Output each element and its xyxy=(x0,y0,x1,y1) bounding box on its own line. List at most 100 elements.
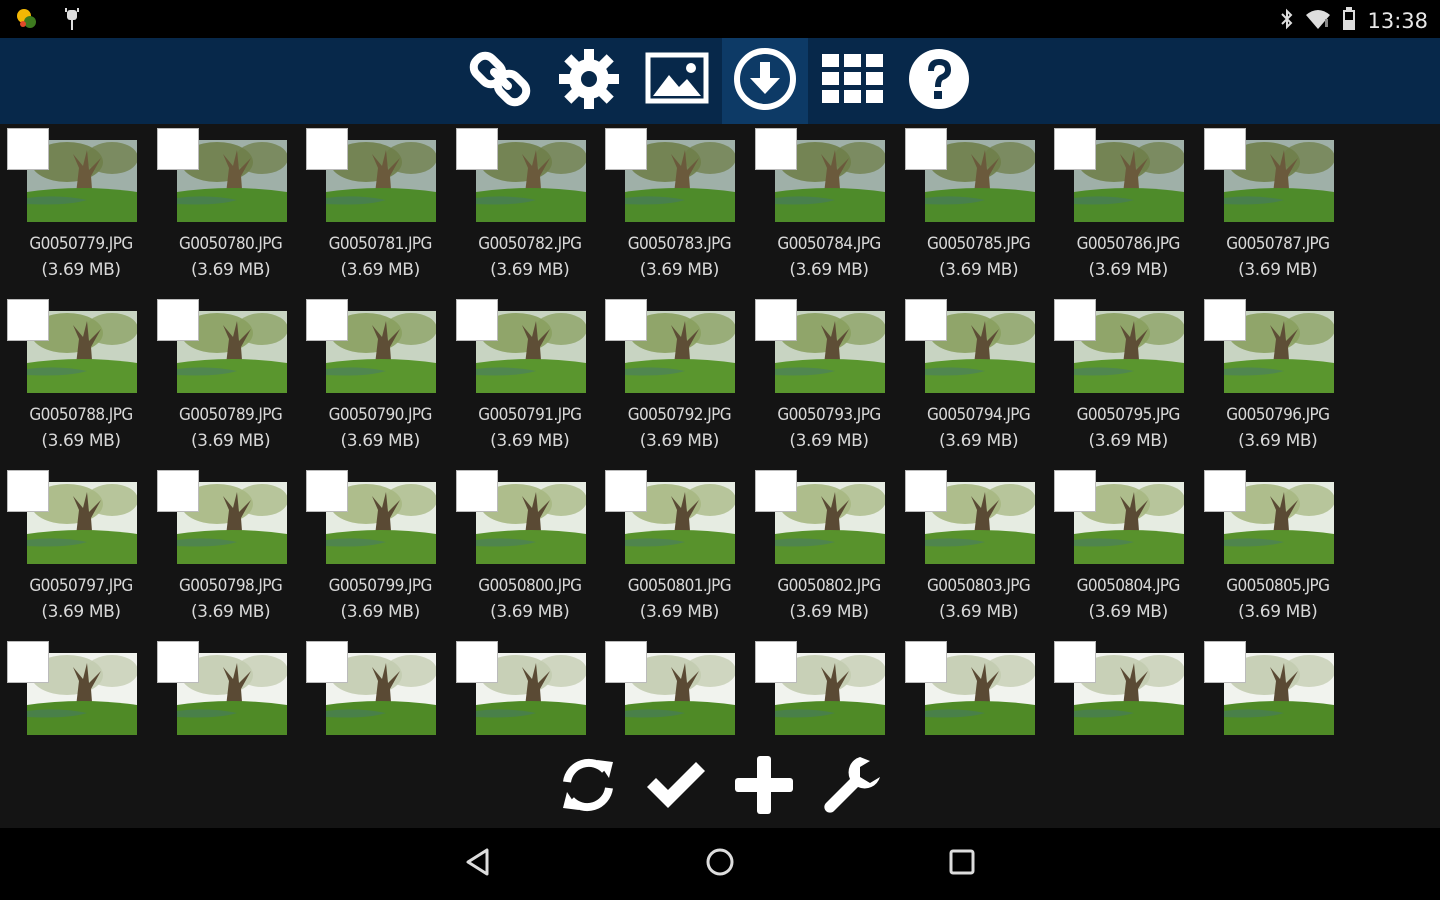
file-tile[interactable]: G0050799.JPG (3.69 MB) xyxy=(300,466,450,637)
refresh-button[interactable] xyxy=(548,750,628,824)
file-tile[interactable] xyxy=(450,637,600,744)
file-size: (3.69 MB) xyxy=(789,431,869,451)
select-checkbox[interactable] xyxy=(904,470,947,512)
download-button[interactable] xyxy=(722,38,808,124)
file-tile[interactable]: G0050792.JPG (3.69 MB) xyxy=(599,295,749,466)
file-tile[interactable] xyxy=(1,637,151,744)
file-grid[interactable]: G0050779.JPG (3.69 MB) G0050780.JPG (3.69 M… xyxy=(0,124,1440,744)
select-checkbox[interactable] xyxy=(1203,128,1246,170)
select-checkbox[interactable] xyxy=(156,641,199,683)
file-tile[interactable]: G0050803.JPG (3.69 MB) xyxy=(899,466,1049,637)
file-tile[interactable]: G0050783.JPG (3.69 MB) xyxy=(599,124,749,295)
file-tile[interactable]: G0050788.JPG (3.69 MB) xyxy=(1,295,151,466)
file-tile[interactable]: G0050785.JPG (3.69 MB) xyxy=(899,124,1049,295)
select-checkbox[interactable] xyxy=(7,470,49,512)
select-checkbox[interactable] xyxy=(7,128,49,170)
file-tile[interactable]: G0050787.JPG (3.69 MB) xyxy=(1198,124,1348,295)
file-tile[interactable]: G0050786.JPG (3.69 MB) xyxy=(1048,124,1198,295)
file-tile[interactable]: G0050801.JPG (3.69 MB) xyxy=(599,466,749,637)
file-tile[interactable]: G0050798.JPG (3.69 MB) xyxy=(151,466,301,637)
file-tile[interactable]: G0050800.JPG (3.69 MB) xyxy=(450,466,600,637)
file-name: G0050786.JPG xyxy=(1076,234,1181,254)
file-name: G0050787.JPG xyxy=(1226,234,1330,254)
select-checkbox[interactable] xyxy=(156,128,199,170)
file-tile[interactable] xyxy=(300,637,450,744)
select-checkbox[interactable] xyxy=(1054,470,1097,512)
file-tile[interactable] xyxy=(1198,637,1348,744)
help-button[interactable] xyxy=(896,38,982,124)
file-tile[interactable] xyxy=(899,637,1049,744)
file-tile[interactable]: G0050797.JPG (3.69 MB) xyxy=(1,466,151,637)
select-checkbox[interactable] xyxy=(755,641,797,683)
select-checkbox[interactable] xyxy=(7,299,49,341)
select-all-button[interactable] xyxy=(636,750,716,824)
select-checkbox[interactable] xyxy=(1203,641,1246,683)
file-tile[interactable]: G0050796.JPG (3.69 MB) xyxy=(1198,295,1348,466)
select-checkbox[interactable] xyxy=(605,128,648,170)
file-name: G0050785.JPG xyxy=(926,234,1031,254)
file-tile[interactable] xyxy=(1048,637,1198,744)
select-checkbox[interactable] xyxy=(755,470,797,512)
file-tile[interactable] xyxy=(599,637,749,744)
gear-icon xyxy=(557,47,621,115)
preview-button[interactable] xyxy=(634,38,720,124)
settings-button[interactable] xyxy=(546,38,632,124)
select-checkbox[interactable] xyxy=(1054,299,1097,341)
select-checkbox[interactable] xyxy=(306,128,349,170)
select-checkbox[interactable] xyxy=(156,299,199,341)
file-tile[interactable]: G0050793.JPG (3.69 MB) xyxy=(749,295,899,466)
file-size: (3.69 MB) xyxy=(789,602,869,622)
select-checkbox[interactable] xyxy=(455,641,498,683)
link-icon xyxy=(469,47,533,115)
file-tile[interactable]: G0050805.JPG (3.69 MB) xyxy=(1198,466,1348,637)
home-icon xyxy=(705,847,735,881)
file-tile[interactable] xyxy=(749,637,899,744)
select-checkbox[interactable] xyxy=(904,299,947,341)
select-checkbox[interactable] xyxy=(1203,470,1246,512)
select-checkbox[interactable] xyxy=(1203,299,1246,341)
file-tile[interactable]: G0050791.JPG (3.69 MB) xyxy=(450,295,600,466)
back-icon xyxy=(463,847,493,881)
file-tile[interactable] xyxy=(151,637,301,744)
select-checkbox[interactable] xyxy=(605,641,648,683)
add-button[interactable] xyxy=(724,750,804,824)
select-checkbox[interactable] xyxy=(7,641,49,683)
file-tile[interactable]: G0050780.JPG (3.69 MB) xyxy=(151,124,301,295)
link-button[interactable] xyxy=(458,38,544,124)
select-checkbox[interactable] xyxy=(306,470,349,512)
select-checkbox[interactable] xyxy=(455,470,498,512)
recents-button[interactable] xyxy=(932,840,992,888)
select-checkbox[interactable] xyxy=(455,299,498,341)
select-checkbox[interactable] xyxy=(306,641,349,683)
select-checkbox[interactable] xyxy=(306,299,349,341)
select-checkbox[interactable] xyxy=(605,470,648,512)
file-tile[interactable]: G0050779.JPG (3.69 MB) xyxy=(1,124,151,295)
file-tile[interactable]: G0050782.JPG (3.69 MB) xyxy=(450,124,600,295)
file-tile[interactable]: G0050790.JPG (3.69 MB) xyxy=(300,295,450,466)
select-checkbox[interactable] xyxy=(1054,641,1097,683)
file-size: (3.69 MB) xyxy=(938,602,1019,622)
home-button[interactable] xyxy=(690,840,750,888)
select-checkbox[interactable] xyxy=(755,128,797,170)
file-tile[interactable]: G0050795.JPG (3.69 MB) xyxy=(1048,295,1198,466)
select-checkbox[interactable] xyxy=(605,299,648,341)
file-tile[interactable]: G0050781.JPG (3.69 MB) xyxy=(300,124,450,295)
file-tile[interactable]: G0050789.JPG (3.69 MB) xyxy=(151,295,301,466)
file-tile[interactable]: G0050804.JPG (3.69 MB) xyxy=(1048,466,1198,637)
select-checkbox[interactable] xyxy=(755,299,797,341)
bottom-toolbar xyxy=(0,744,1440,828)
file-name: G0050798.JPG xyxy=(178,576,283,596)
tools-button[interactable] xyxy=(812,750,892,824)
select-checkbox[interactable] xyxy=(156,470,199,512)
select-checkbox[interactable] xyxy=(904,128,947,170)
select-checkbox[interactable] xyxy=(455,128,498,170)
select-checkbox[interactable] xyxy=(1054,128,1097,170)
file-size: (3.69 MB) xyxy=(41,260,121,280)
grid-view-button[interactable] xyxy=(810,38,896,124)
file-size: (3.69 MB) xyxy=(639,431,720,451)
select-checkbox[interactable] xyxy=(904,641,947,683)
file-tile[interactable]: G0050794.JPG (3.69 MB) xyxy=(899,295,1049,466)
back-button[interactable] xyxy=(448,840,508,888)
file-tile[interactable]: G0050784.JPG (3.69 MB) xyxy=(749,124,899,295)
file-tile[interactable]: G0050802.JPG (3.69 MB) xyxy=(749,466,899,637)
